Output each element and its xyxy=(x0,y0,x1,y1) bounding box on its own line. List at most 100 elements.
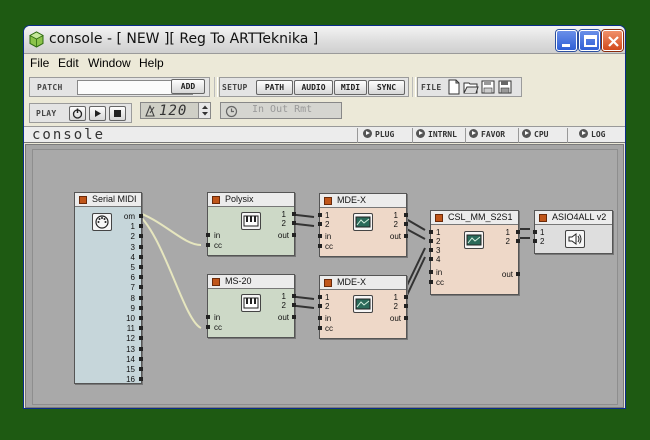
tempo-stepper[interactable] xyxy=(198,103,210,118)
effect-display-icon[interactable] xyxy=(353,295,373,313)
csl-out-2-port[interactable] xyxy=(516,239,520,243)
module-ms20[interactable]: MS-20 1 2 out in cc xyxy=(206,274,296,338)
midi-connector-icon[interactable] xyxy=(92,213,112,231)
module-csl-mm-s2s1[interactable]: CSL_MM_S2S1 1 2 3 4 in cc 1 2 out xyxy=(429,210,520,295)
mdex1-out-1-port[interactable] xyxy=(404,213,408,217)
module-serial-midi-title[interactable]: Serial MIDI xyxy=(75,193,141,207)
transport-display[interactable]: In Out Rmt xyxy=(220,102,342,119)
stop-button[interactable] xyxy=(109,106,126,121)
module-ms20-title[interactable]: MS-20 xyxy=(208,275,294,289)
mdex2-in-2-port[interactable] xyxy=(318,304,322,308)
mdex1-cc-port[interactable] xyxy=(318,244,322,248)
csl-in-port[interactable] xyxy=(429,257,433,261)
module-status-led[interactable] xyxy=(324,197,332,205)
serial-midi-out-port[interactable] xyxy=(139,295,143,300)
mixer-display-icon[interactable] xyxy=(464,231,484,249)
module-csl-title[interactable]: CSL_MM_S2S1 xyxy=(431,211,518,225)
save-icon[interactable] xyxy=(480,79,496,95)
serial-midi-out-port[interactable] xyxy=(139,275,143,280)
nav-favor-button[interactable]: FAVOR xyxy=(469,129,505,142)
menu-window[interactable]: Window xyxy=(88,56,131,70)
synth-keyboard-icon[interactable] xyxy=(241,294,261,312)
add-patch-button[interactable]: ADD xyxy=(171,79,205,94)
mdex2-out-port[interactable] xyxy=(404,316,408,320)
module-asio4all[interactable]: ASIO4ALL v2 1 2 xyxy=(533,210,613,254)
module-mdex-1-title[interactable]: MDE-X xyxy=(320,194,406,208)
minimize-button[interactable] xyxy=(556,30,577,51)
nav-plug-button[interactable]: PLUG xyxy=(363,129,394,142)
tempo-display[interactable]: 120 xyxy=(140,102,211,119)
polysix-in-port[interactable] xyxy=(206,233,210,237)
serial-midi-out-port[interactable] xyxy=(139,285,143,290)
ms20-out-1-port[interactable] xyxy=(292,294,296,298)
setup-path-button[interactable]: PATH xyxy=(256,80,293,95)
csl-in-port[interactable] xyxy=(429,270,433,274)
nav-log-button[interactable]: LOG xyxy=(579,129,605,142)
new-file-icon[interactable] xyxy=(446,79,462,95)
serial-midi-out-port[interactable] xyxy=(139,214,143,218)
patch-canvas[interactable]: Serial MIDI om 1 2 3 4 5 6 7 8 9 10 11 12 13 14 15 16 Po… xyxy=(25,144,624,408)
mdex2-out-1-port[interactable] xyxy=(404,295,408,299)
save-as-icon[interactable] xyxy=(497,79,513,95)
serial-midi-out-port[interactable] xyxy=(139,346,143,351)
nav-intrnl-button[interactable]: INTRNL xyxy=(416,129,457,142)
play-button[interactable] xyxy=(89,106,106,121)
module-polysix[interactable]: Polysix 1 2 out in cc xyxy=(206,192,296,256)
module-polysix-title[interactable]: Polysix xyxy=(208,193,294,207)
module-status-led[interactable] xyxy=(212,278,220,286)
nav-cpu-button[interactable]: CPU xyxy=(522,129,548,142)
menu-edit[interactable]: Edit xyxy=(58,56,79,70)
asio-in-2-port[interactable] xyxy=(533,239,537,243)
serial-midi-out-port[interactable] xyxy=(139,367,143,371)
mdex2-out-2-port[interactable] xyxy=(404,304,408,308)
close-button[interactable] xyxy=(602,30,623,51)
ms20-cc-port[interactable] xyxy=(206,325,210,329)
mdex1-out-port[interactable] xyxy=(404,234,408,238)
serial-midi-out-port[interactable] xyxy=(139,356,143,361)
mdex2-in-port[interactable] xyxy=(318,316,322,320)
module-status-led[interactable] xyxy=(212,196,220,204)
mdex1-in-1-port[interactable] xyxy=(318,213,322,217)
module-serial-midi[interactable]: Serial MIDI om 1 2 3 4 5 6 7 8 9 10 11 12 13 14 15 16 xyxy=(74,192,143,384)
csl-in-port[interactable] xyxy=(429,280,433,284)
power-button[interactable] xyxy=(69,106,86,121)
setup-audio-button[interactable]: AUDIO xyxy=(294,80,333,95)
menu-help[interactable]: Help xyxy=(139,56,164,70)
serial-midi-out-port[interactable] xyxy=(139,254,143,259)
serial-midi-out-port[interactable] xyxy=(139,265,143,269)
mdex2-cc-port[interactable] xyxy=(318,326,322,330)
mdex2-in-1-port[interactable] xyxy=(318,295,322,299)
csl-in-port[interactable] xyxy=(429,248,433,252)
module-mdex-2-title[interactable]: MDE-X xyxy=(320,276,406,290)
module-status-led[interactable] xyxy=(539,214,547,222)
module-status-led[interactable] xyxy=(435,214,443,222)
csl-out-1-port[interactable] xyxy=(516,230,520,234)
synth-keyboard-icon[interactable] xyxy=(241,212,261,230)
serial-midi-out-port[interactable] xyxy=(139,224,143,229)
setup-sync-button[interactable]: SYNC xyxy=(368,80,405,95)
ms20-in-port[interactable] xyxy=(206,315,210,319)
patch-canvas-area[interactable]: Serial MIDI om 1 2 3 4 5 6 7 8 9 10 11 12 13 14 15 16 Po… xyxy=(32,149,618,405)
module-asio-title[interactable]: ASIO4ALL v2 xyxy=(535,211,612,225)
polysix-cc-port[interactable] xyxy=(206,243,210,247)
polysix-out-port[interactable] xyxy=(292,233,296,237)
audio-output-icon[interactable] xyxy=(565,230,585,248)
setup-midi-button[interactable]: MIDI xyxy=(334,80,367,95)
ms20-out-port[interactable] xyxy=(292,315,296,319)
open-folder-icon[interactable] xyxy=(463,79,479,95)
serial-midi-out-port[interactable] xyxy=(139,377,143,382)
title-bar[interactable]: console - [ NEW ][ Reg To ARTTeknika ] xyxy=(24,26,625,54)
asio-in-1-port[interactable] xyxy=(533,230,537,234)
serial-midi-out-port[interactable] xyxy=(139,316,143,320)
effect-display-icon[interactable] xyxy=(353,213,373,231)
mdex1-out-2-port[interactable] xyxy=(404,222,408,226)
polysix-out-2-port[interactable] xyxy=(292,221,296,225)
module-status-led[interactable] xyxy=(79,196,87,204)
serial-midi-out-port[interactable] xyxy=(139,244,143,249)
menu-file[interactable]: File xyxy=(30,56,49,70)
csl-in-port[interactable] xyxy=(429,230,433,234)
serial-midi-out-port[interactable] xyxy=(139,326,143,331)
serial-midi-out-port[interactable] xyxy=(139,336,143,341)
module-status-led[interactable] xyxy=(324,279,332,287)
polysix-out-1-port[interactable] xyxy=(292,212,296,216)
